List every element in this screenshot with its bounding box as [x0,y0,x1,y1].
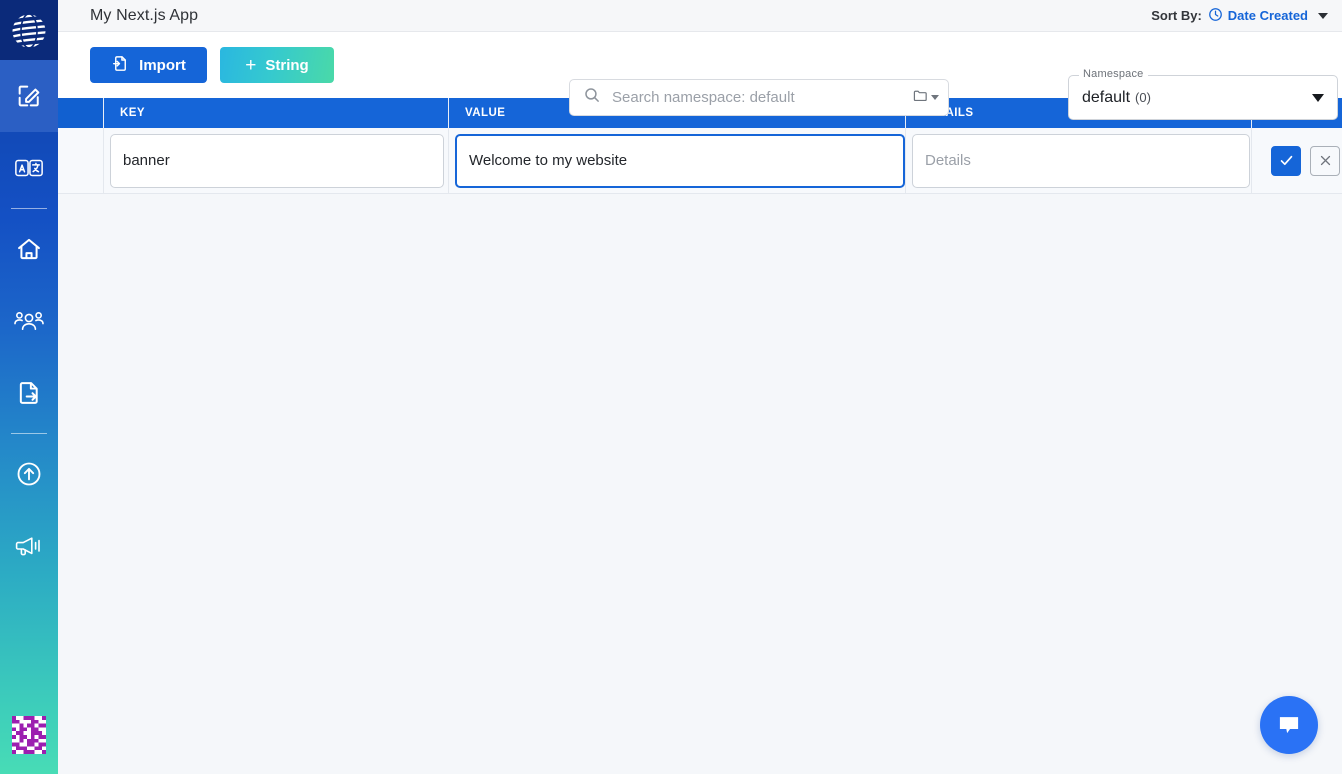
file-export-icon [15,379,43,407]
row-select-cell [58,128,104,193]
sort-by-value-text: Date Created [1227,8,1308,23]
search-input[interactable] [612,89,912,106]
folder-icon [912,87,929,109]
sidebar-item-team[interactable] [0,285,58,357]
sidebar-item-upgrade[interactable] [0,438,58,510]
confirm-row-button[interactable] [1271,145,1301,176]
table-row [58,128,1342,194]
qr-code-icon [12,716,46,754]
sidebar-divider-2 [11,433,47,434]
sidebar-item-translate[interactable] [0,132,58,204]
app-root: My Next.js App Sort By: Date Created Imp… [0,0,1342,774]
edit-square-icon [15,82,43,110]
row-details-cell [906,128,1252,193]
sidebar-item-qr[interactable] [0,696,58,774]
sidebar-item-home[interactable] [0,213,58,285]
namespace-caret-down-icon [1312,93,1324,102]
clock-icon [1208,7,1223,25]
add-string-button[interactable]: + String [220,47,334,83]
table-empty-area [58,194,1342,774]
toolbar: Import + String Search namespace: defaul… [58,32,1342,120]
sidebar-item-announce[interactable] [0,510,58,582]
search-folder-filter[interactable] [912,87,939,109]
row-key-cell [104,128,449,193]
row-actions-cell [1252,128,1342,193]
search-box[interactable] [569,79,949,116]
add-string-button-label: String [265,56,309,74]
key-input[interactable] [110,133,444,188]
row-value-cell [449,128,906,193]
sidebar-item-export[interactable] [0,357,58,429]
column-header-select [58,98,104,128]
cancel-row-button[interactable] [1310,145,1340,176]
translate-icon [14,156,44,180]
strings-table: KEY VALUE DETAILS [58,98,1342,774]
arrow-up-circle-icon [15,460,43,488]
home-icon [15,235,43,263]
megaphone-icon [14,533,44,559]
sidebar-item-edit[interactable] [0,60,58,132]
namespace-value: default [1082,88,1131,106]
people-icon [14,308,44,334]
chat-support-button[interactable] [1260,696,1318,754]
sort-by-value-button[interactable]: Date Created [1208,7,1308,25]
titlebar-right: Sort By: Date Created [1151,7,1328,25]
namespace-select-field[interactable]: Namespace default (0) [1068,68,1338,120]
main-area: My Next.js App Sort By: Date Created Imp… [58,0,1342,774]
sort-by-caret-down-icon[interactable] [1318,12,1328,19]
plus-icon: + [245,54,257,76]
sort-by-label: Sort By: [1151,8,1202,23]
folder-caret-down-icon [931,95,939,100]
value-input[interactable] [455,133,905,188]
column-header-key: KEY [104,98,449,128]
file-import-icon [111,54,130,77]
sidebar-divider-1 [11,208,47,209]
titlebar: My Next.js App Sort By: Date Created [58,0,1342,32]
namespace-select[interactable]: Namespace default (0) [1068,68,1338,120]
namespace-legend: Namespace [1079,68,1148,80]
details-input[interactable] [912,133,1250,188]
search-icon [583,86,601,109]
sidebar [0,0,58,774]
globe-logo[interactable] [0,2,58,60]
import-button[interactable]: Import [90,47,207,83]
chat-bubble-icon [1279,717,1299,734]
namespace-count: (0) [1135,90,1151,105]
page-title: My Next.js App [90,6,199,24]
import-button-label: Import [139,56,186,74]
